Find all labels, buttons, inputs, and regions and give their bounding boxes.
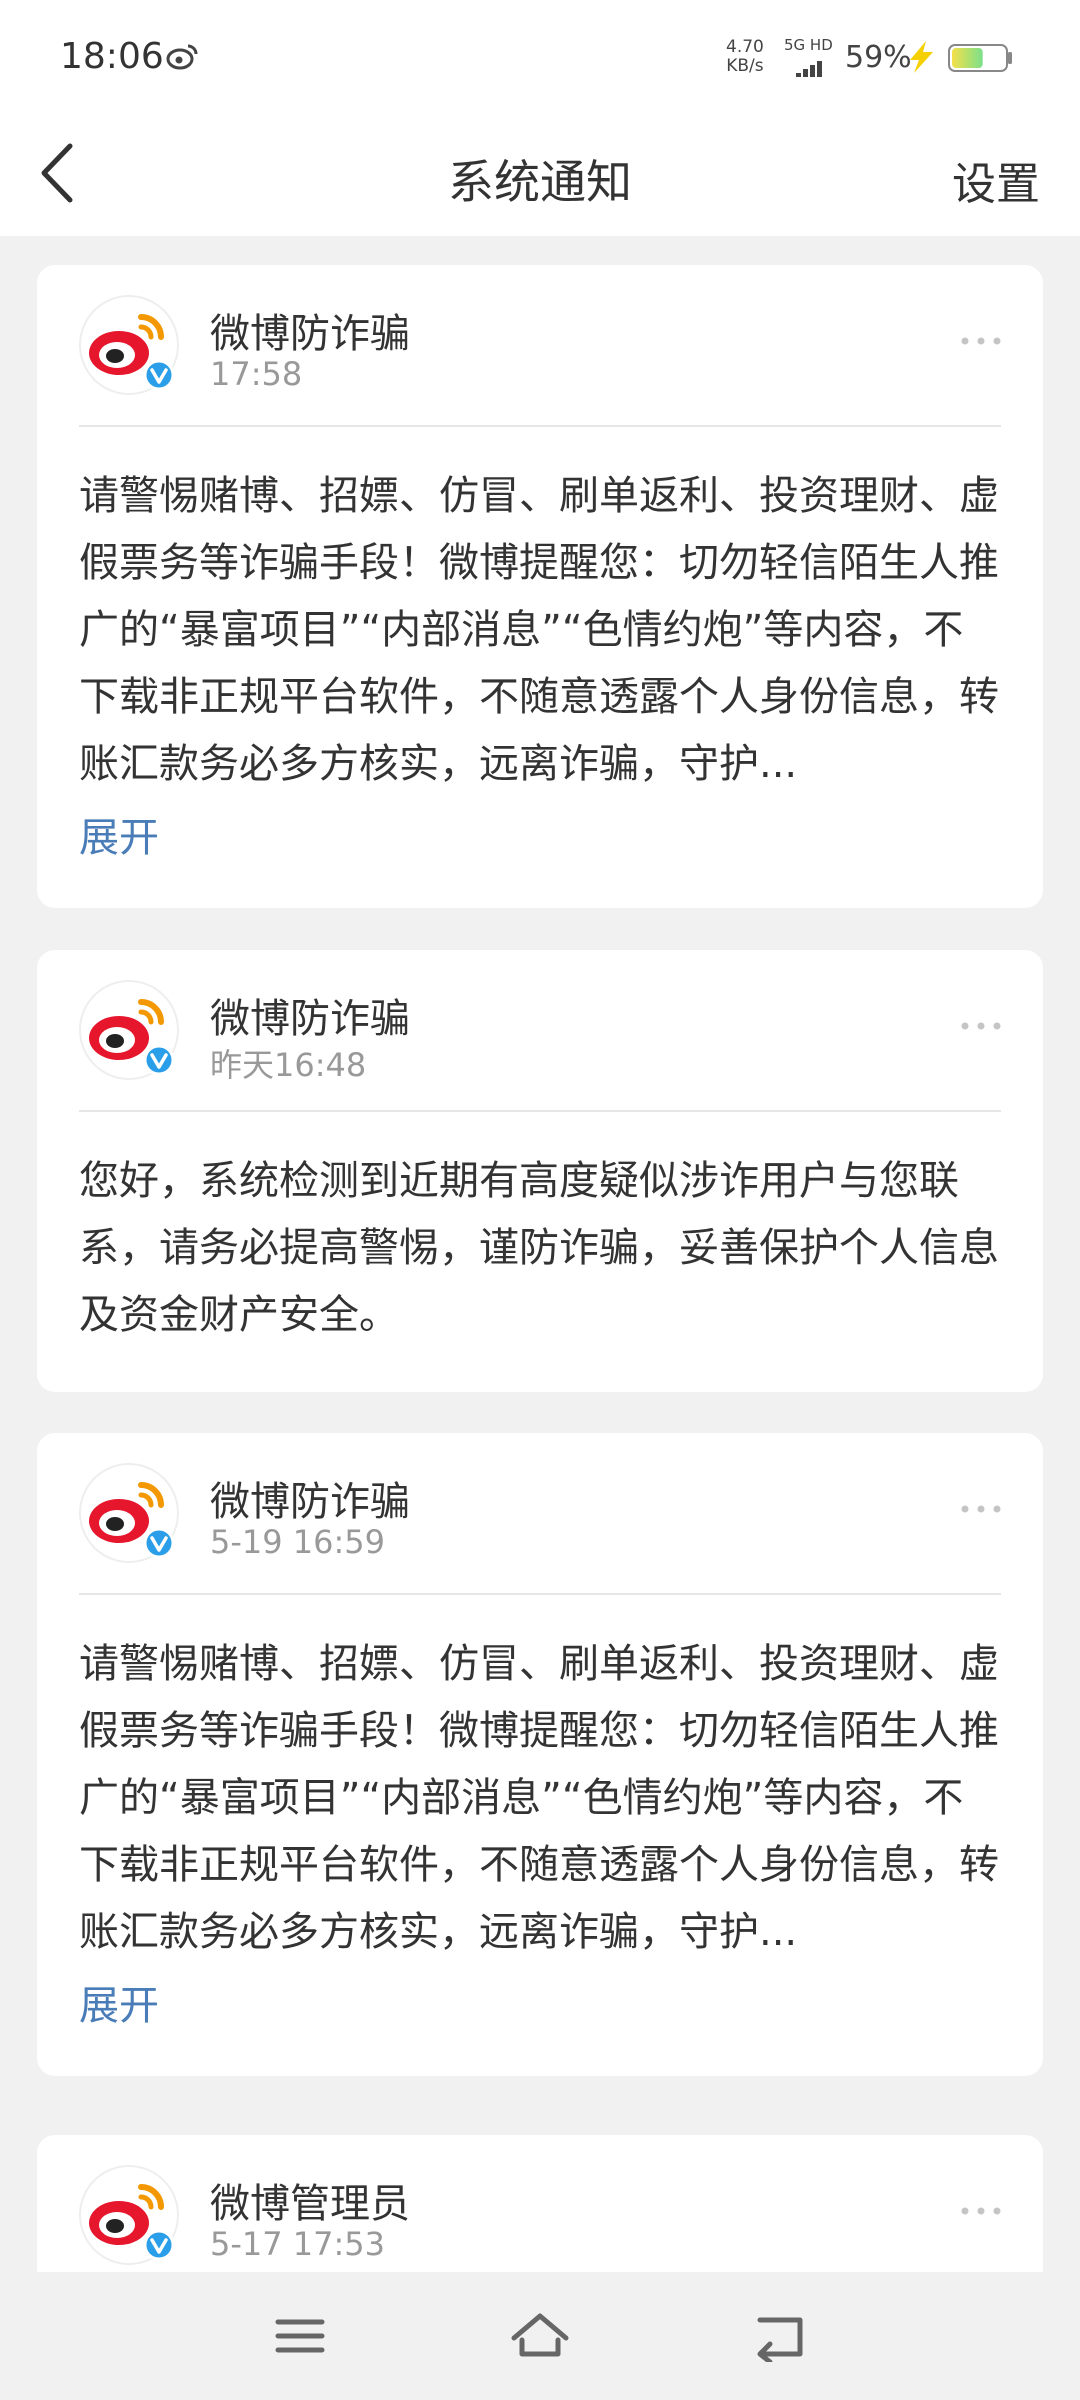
battery-icon (948, 44, 1012, 72)
menu-icon[interactable] (270, 2310, 330, 2362)
page-title: 系统通知 (448, 155, 632, 209)
net-speed-unit: KB/s (726, 56, 764, 76)
weibo-avatar[interactable] (79, 1463, 179, 1563)
divider (79, 1593, 1001, 1595)
home-icon[interactable] (510, 2310, 570, 2362)
sender-name: 微博防诈骗 (210, 996, 410, 1042)
weibo-icon (166, 44, 198, 70)
charging-bolt-icon (910, 41, 933, 73)
message-content: 请警惕赌博、招嫖、仿冒、刷单返利、投资理财、虚假票务等诈骗手段！微博提醒您：切勿… (79, 473, 999, 787)
more-options-icon[interactable] (959, 2205, 1003, 2217)
notification-card[interactable]: 微博防诈骗 5-19 16:59 请警惕赌博、招嫖、仿冒、刷单返利、投资理财、虚… (37, 1433, 1043, 2076)
weibo-avatar[interactable] (79, 980, 179, 1080)
notification-card[interactable]: 微博管理员 5-17 17:53 (37, 2135, 1043, 2272)
system-nav-bar (0, 2272, 1080, 2400)
message-content: 请警惕赌博、招嫖、仿冒、刷单返利、投资理财、虚假票务等诈骗手段！微博提醒您：切勿… (79, 1641, 999, 1955)
message-time: 17:58 (210, 355, 303, 393)
weibo-avatar[interactable] (79, 295, 179, 395)
expand-link[interactable]: 展开 (79, 1973, 159, 2031)
more-options-icon[interactable] (959, 1503, 1003, 1515)
sender-name: 微博防诈骗 (210, 311, 410, 357)
message-content: 您好，系统检测到近期有高度疑似涉诈用户与您联系，请务必提高警惕，谨防诈骗，妥善保… (79, 1158, 999, 1338)
battery-percent: 59% (845, 40, 912, 75)
sender-name: 微博管理员 (210, 2181, 410, 2227)
message-time: 5-17 17:53 (210, 2225, 386, 2263)
divider (79, 425, 1001, 427)
settings-button[interactable]: 设置 (952, 148, 1040, 212)
net-speed: 4.70 KB/s (726, 38, 764, 76)
notification-card[interactable]: 微博防诈骗 17:58 请警惕赌博、招嫖、仿冒、刷单返利、投资理财、虚假票务等诈… (37, 265, 1043, 908)
sender-name: 微博防诈骗 (210, 1479, 410, 1525)
expand-link[interactable]: 展开 (79, 805, 159, 863)
status-time: 18:06 (60, 36, 164, 77)
more-options-icon[interactable] (959, 1020, 1003, 1032)
more-options-icon[interactable] (959, 335, 1003, 347)
divider (79, 1110, 1001, 1112)
signal-icon (796, 58, 824, 77)
message-time: 昨天16:48 (210, 1046, 367, 1084)
message-time: 5-19 16:59 (210, 1523, 386, 1561)
network-indicator: 5G HD (784, 36, 840, 77)
back-icon[interactable] (750, 2310, 810, 2362)
weibo-avatar[interactable] (79, 2165, 179, 2265)
network-label: 5G HD (784, 36, 833, 54)
nav-header: 系统通知 设置 (0, 110, 1080, 236)
notification-card[interactable]: 微博防诈骗 昨天16:48 您好，系统检测到近期有高度疑似涉诈用户与您联系，请务… (37, 950, 1043, 1392)
net-speed-value: 4.70 (726, 37, 764, 57)
status-bar: 18:06 4.70 KB/s 5G HD 59% (0, 0, 1080, 110)
